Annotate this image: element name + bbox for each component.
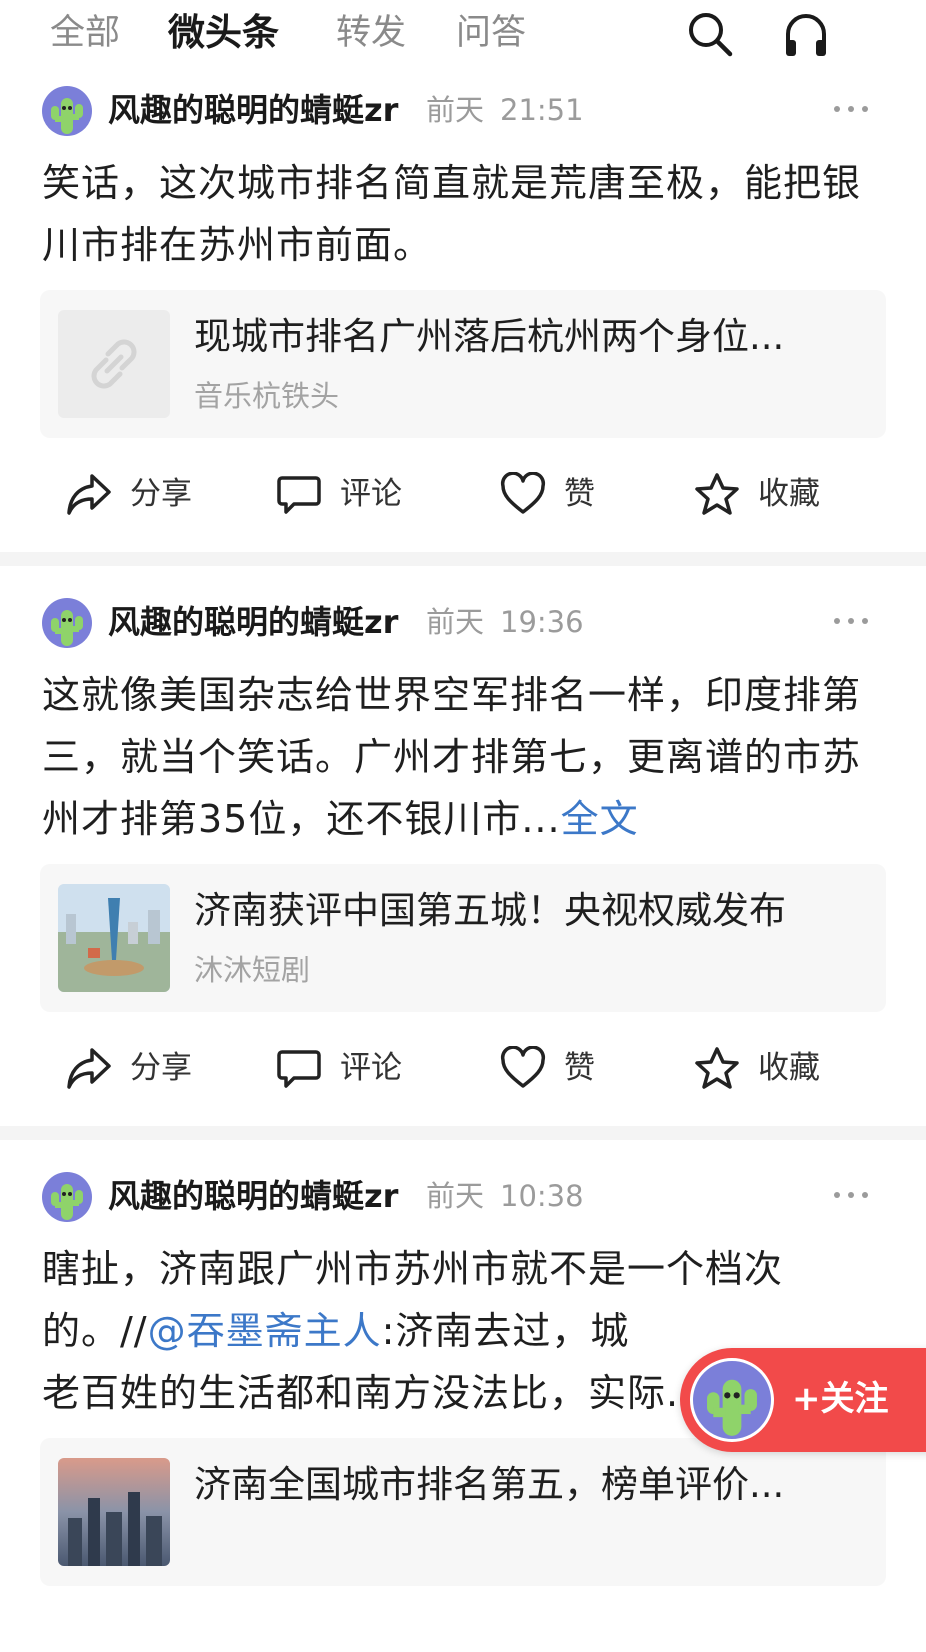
linked-article-card[interactable]: 济南获评中国第五城！央视权威发布 沐沐短剧 (40, 864, 886, 1012)
post-day: 前天 (426, 1179, 485, 1213)
tab-qa[interactable]: 问答 (456, 8, 526, 58)
post-time: 10:38 (500, 1179, 584, 1213)
more-options-icon[interactable] (834, 616, 874, 626)
card-source: 沐沐短剧 (194, 953, 311, 987)
top-tab-bar: 全部 微头条 转发 问答 (0, 0, 926, 78)
more-options-icon[interactable] (834, 1190, 874, 1200)
post-text[interactable]: 笑话，这次城市排名简直就是荒唐至极，能把银川市排在苏州市前面。 (42, 152, 890, 276)
avatar[interactable] (42, 86, 92, 136)
tab-reposts[interactable]: 转发 (336, 8, 406, 58)
comment-label: 评论 (340, 1050, 402, 1086)
post-time: 21:51 (500, 93, 584, 127)
linked-article-card[interactable]: 现城市排名广州落后杭州两个身位... 音乐杭铁头 (40, 290, 886, 438)
more-options-icon[interactable] (834, 104, 874, 114)
cactus-avatar-icon (707, 1379, 757, 1436)
star-icon (695, 473, 739, 515)
post-divider (0, 552, 926, 566)
card-title: 济南获评中国第五城！央视权威发布 (194, 889, 786, 932)
share-label: 分享 (130, 476, 192, 512)
favorite-label: 收藏 (758, 1050, 820, 1086)
comment-label: 评论 (340, 476, 402, 512)
share-label: 分享 (130, 1050, 192, 1086)
comment-icon (277, 1050, 321, 1088)
post-day: 前天 (426, 93, 485, 127)
heart-icon (500, 472, 546, 514)
avatar (690, 1358, 774, 1442)
post-time: 19:36 (500, 605, 584, 639)
link-icon (58, 310, 170, 418)
article-thumbnail (58, 1458, 170, 1566)
post-divider (0, 1126, 926, 1140)
card-title: 济南全国城市排名第五，榜单评价... (194, 1463, 785, 1506)
mention-link[interactable]: @吞墨斋主人 (148, 1309, 382, 1353)
like-label: 赞 (564, 476, 595, 512)
card-title: 现城市排名广州落后杭州两个身位... (194, 315, 785, 358)
headphones-icon[interactable] (782, 10, 830, 58)
cactus-avatar-icon (51, 610, 83, 646)
post-actions: 分享 评论 赞 收藏 (0, 464, 926, 524)
follow-button[interactable]: +关注 (680, 1348, 926, 1452)
article-thumbnail (58, 884, 170, 992)
post-actions: 分享 评论 赞 收藏 (0, 1038, 926, 1098)
expand-full-text-link[interactable]: 全文 (561, 797, 639, 841)
share-icon (67, 1048, 111, 1089)
follow-label: +关注 (792, 1379, 889, 1419)
comment-icon (277, 476, 321, 514)
tab-all[interactable]: 全部 (50, 8, 120, 58)
post-text[interactable]: 这就像美国杂志给世界空军排名一样，印度排第三，就当个笑话。广州才排第七，更离谱的… (42, 664, 890, 850)
favorite-label: 收藏 (758, 476, 820, 512)
star-icon (695, 1047, 739, 1089)
linked-article-card[interactable]: 济南全国城市排名第五，榜单评价... (40, 1438, 886, 1586)
cactus-avatar-icon (51, 98, 83, 134)
like-label: 赞 (564, 1050, 595, 1086)
heart-icon (500, 1046, 546, 1088)
author-name[interactable]: 风趣的聪明的蜻蜓zr (108, 90, 398, 130)
search-icon[interactable] (686, 10, 734, 58)
avatar[interactable] (42, 1172, 92, 1222)
author-name[interactable]: 风趣的聪明的蜻蜓zr (108, 602, 398, 642)
card-source: 音乐杭铁头 (194, 379, 340, 413)
post-day: 前天 (426, 605, 485, 639)
avatar[interactable] (42, 598, 92, 648)
author-name[interactable]: 风趣的聪明的蜻蜓zr (108, 1176, 398, 1216)
cactus-avatar-icon (51, 1184, 83, 1220)
tab-micro-headlines[interactable]: 微头条 (168, 8, 279, 58)
share-icon (67, 474, 111, 515)
